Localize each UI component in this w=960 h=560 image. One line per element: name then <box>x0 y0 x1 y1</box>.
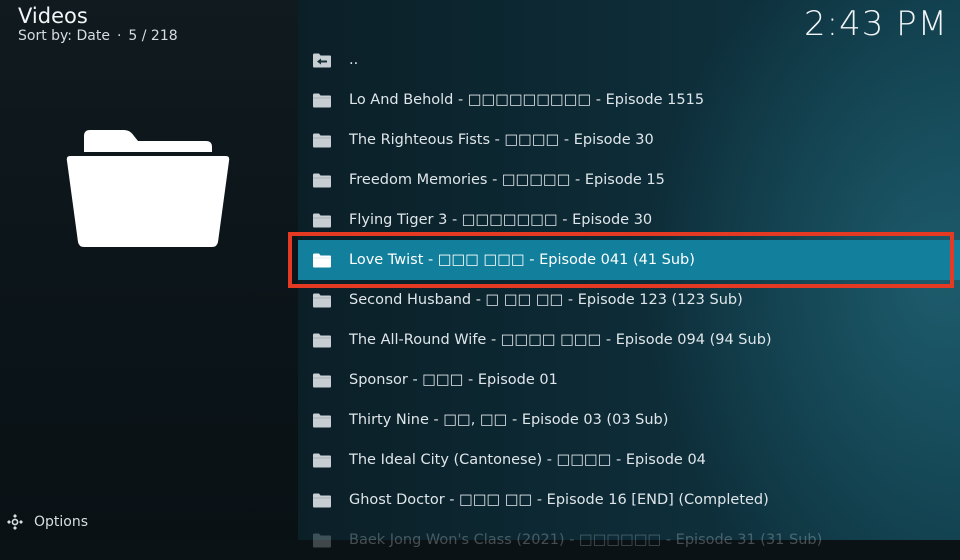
folder-icon <box>313 373 331 388</box>
parent-folder-icon <box>313 53 331 68</box>
list-item-label: Thirty Nine - □□, □□ - Episode 03 (03 Su… <box>349 412 669 428</box>
list-item[interactable]: Baek Jong Won's Class (2021) - □□□□□□ - … <box>298 520 960 560</box>
list-item-label: Ghost Doctor - □□□ □□ - Episode 16 [END]… <box>349 492 769 508</box>
list-item-label: The Righteous Fists - □□□□ - Episode 30 <box>349 132 654 148</box>
list-item-label: Freedom Memories - □□□□□ - Episode 15 <box>349 172 665 188</box>
folder-icon <box>313 413 331 428</box>
folder-icon <box>313 333 331 348</box>
list-item[interactable]: The All-Round Wife - □□□□ □□□ - Episode … <box>298 320 960 360</box>
list-item[interactable]: Second Husband - □ □□ □□ - Episode 123 (… <box>298 280 960 320</box>
list-item-label: Baek Jong Won's Class (2021) - □□□□□□ - … <box>349 532 823 548</box>
list-item-label: Sponsor - □□□ - Episode 01 <box>349 372 558 388</box>
list-item-label: .. <box>349 52 359 68</box>
folder-icon <box>313 133 331 148</box>
file-list: .. Lo And Behold - □□□□□□□□□ - Episode 1… <box>298 40 960 560</box>
folder-icon <box>313 213 331 228</box>
list-item[interactable]: Freedom Memories - □□□□□ - Episode 15 <box>298 160 960 200</box>
left-info-pane <box>0 0 298 540</box>
list-item-focused[interactable]: Love Twist - □□□ □□□ - Episode 041 (41 S… <box>298 240 960 280</box>
folder-icon <box>313 533 331 548</box>
page-title: Videos <box>18 4 88 28</box>
list-item-label: Love Twist - □□□ □□□ - Episode 041 (41 S… <box>349 252 695 268</box>
folder-icon <box>313 493 331 508</box>
folder-icon <box>313 293 331 308</box>
list-item-label: Flying Tiger 3 - □□□□□□□ - Episode 30 <box>349 212 653 228</box>
list-item-label: Second Husband - □ □□ □□ - Episode 123 (… <box>349 292 743 308</box>
folder-icon <box>313 253 331 268</box>
folder-icon <box>313 453 331 468</box>
options-button[interactable]: Options <box>6 512 88 532</box>
list-item[interactable]: Lo And Behold - □□□□□□□□□ - Episode 1515 <box>298 80 960 120</box>
list-item[interactable]: Flying Tiger 3 - □□□□□□□ - Episode 30 <box>298 200 960 240</box>
list-item[interactable]: The Righteous Fists - □□□□ - Episode 30 <box>298 120 960 160</box>
list-item[interactable]: Ghost Doctor - □□□ □□ - Episode 16 [END]… <box>298 480 960 520</box>
options-icon <box>7 514 23 530</box>
list-item-parent[interactable]: .. <box>298 40 960 80</box>
list-item-label: The Ideal City (Cantonese) - □□□□ - Epis… <box>349 452 706 468</box>
list-item[interactable]: Thirty Nine - □□, □□ - Episode 03 (03 Su… <box>298 400 960 440</box>
list-item[interactable]: The Ideal City (Cantonese) - □□□□ - Epis… <box>298 440 960 480</box>
list-item[interactable]: Sponsor - □□□ - Episode 01 <box>298 360 960 400</box>
list-item-label: Lo And Behold - □□□□□□□□□ - Episode 1515 <box>349 92 705 108</box>
separator: · <box>116 28 122 44</box>
item-position: 5 / 218 <box>128 28 178 44</box>
list-item-label: The All-Round Wife - □□□□ □□□ - Episode … <box>349 332 772 348</box>
large-folder-icon <box>66 130 230 247</box>
folder-icon <box>313 93 331 108</box>
folder-icon <box>313 173 331 188</box>
options-label: Options <box>34 514 89 530</box>
clock: 2:43 PM <box>804 4 948 44</box>
sort-label[interactable]: Sort by: Date <box>18 28 110 44</box>
sort-info: Sort by: Date · 5 / 218 <box>18 28 178 44</box>
